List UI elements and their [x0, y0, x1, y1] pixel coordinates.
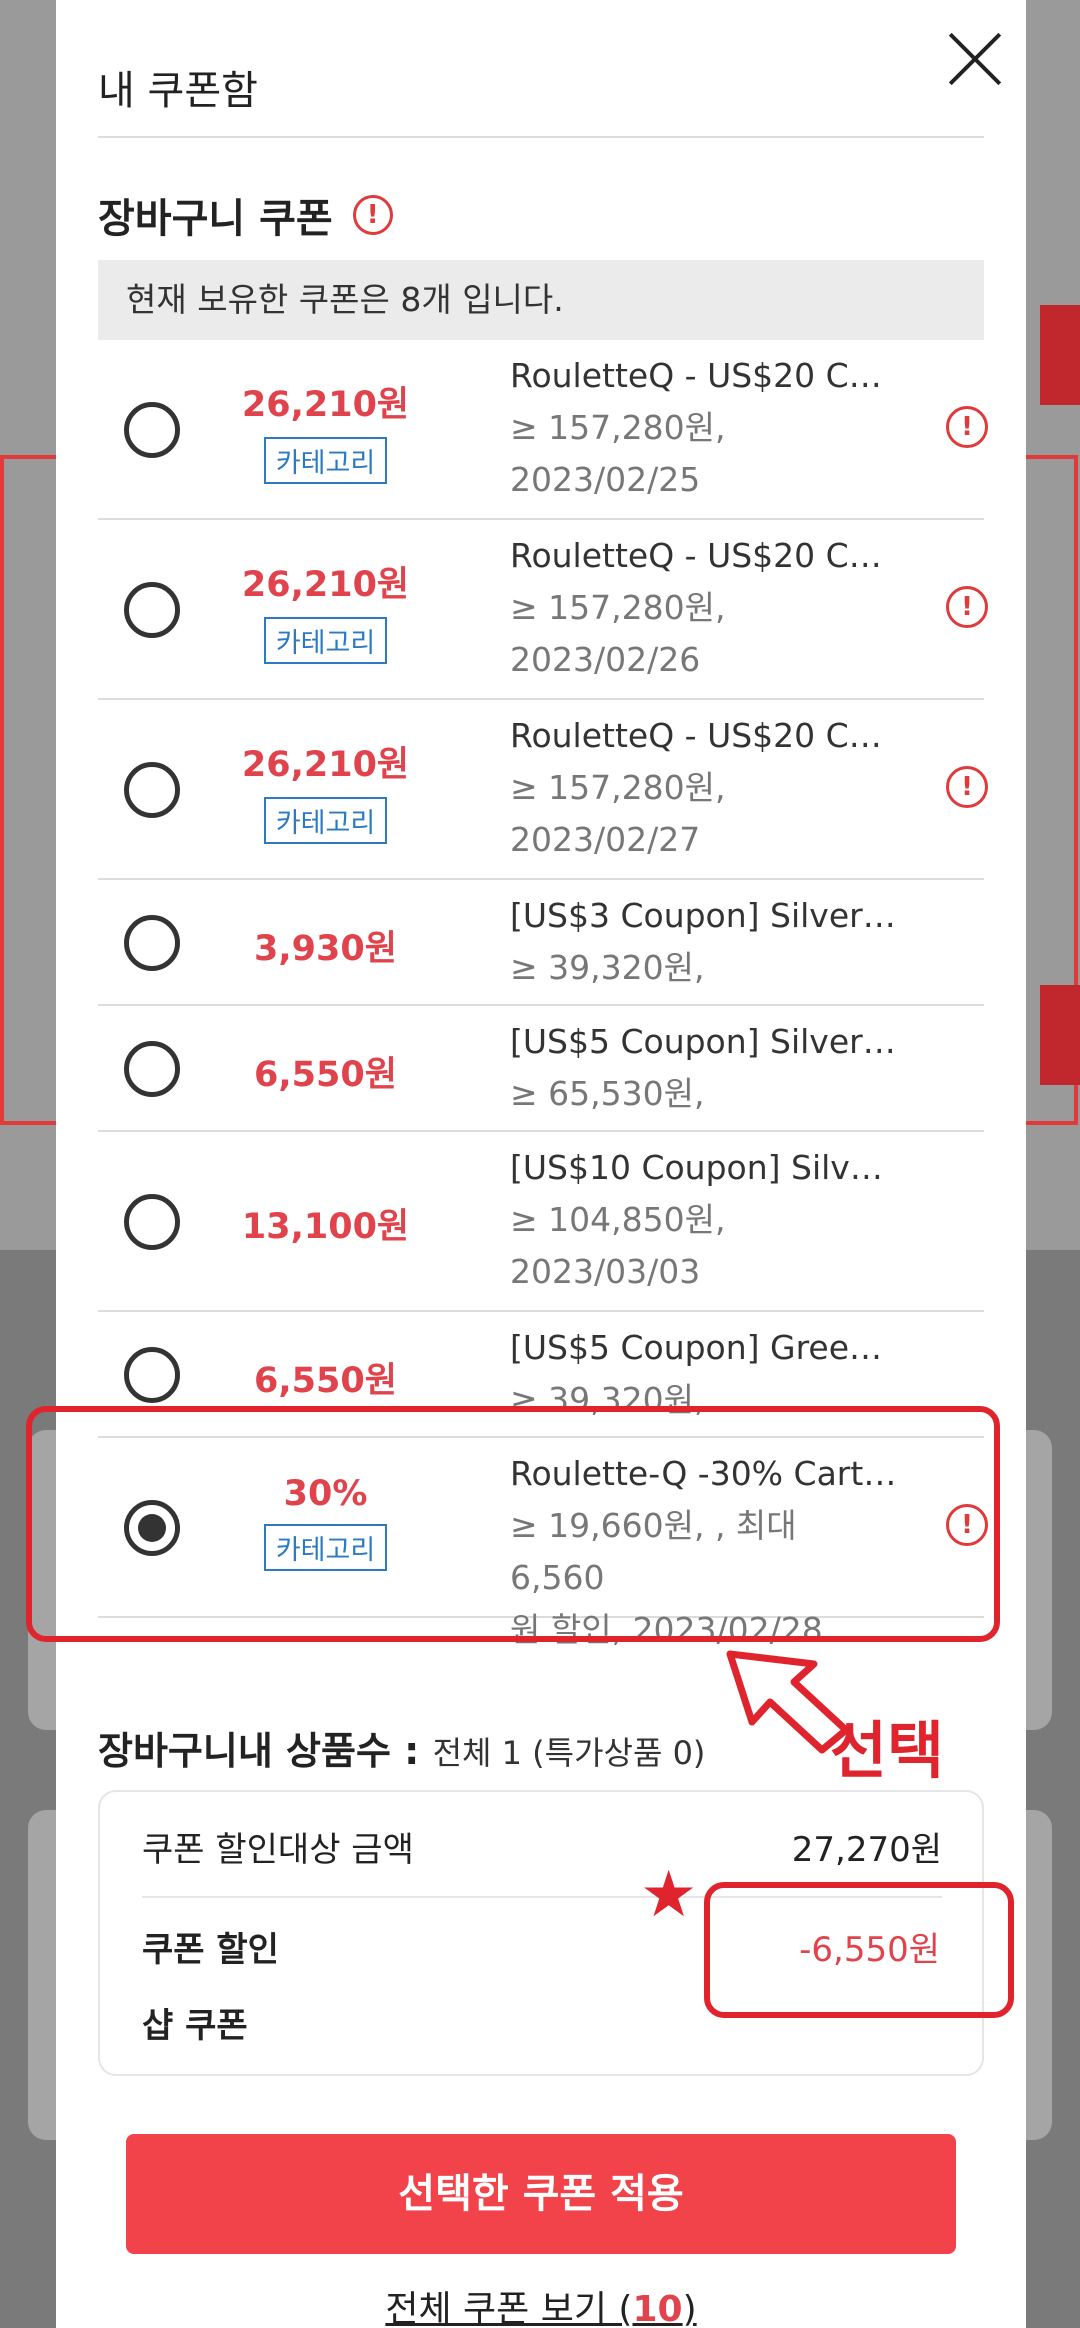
- coupon-row[interactable]: 3,930원 [US$3 Coupon] Silver ... ≥ 39,320…: [98, 880, 984, 1039]
- target-amount-label: 쿠폰 할인대상 금액: [142, 1830, 414, 1870]
- coupon-expiry: 원 할인, 2023/02/28: [510, 1610, 823, 1649]
- coupon-row[interactable]: 26,210원 카테고리 RouletteQ - US$20 Car... ≥ …: [98, 520, 988, 700]
- coupon-info-icon[interactable]: !: [946, 1504, 988, 1546]
- summary-row-target: 쿠폰 할인대상 금액 27,270원: [142, 1792, 942, 1898]
- coupon-name: RouletteQ - US$20 Car...: [510, 716, 900, 755]
- coupon-amount-col: 30% 카테고리: [208, 1474, 443, 1571]
- coupon-amount: 30%: [283, 1474, 368, 1514]
- coupon-info-icon[interactable]: !: [946, 406, 988, 448]
- coupon-amount-col: 13,100원: [208, 1198, 443, 1249]
- coupon-condition: ≥ 157,280원,: [510, 768, 726, 807]
- coupon-radio[interactable]: [124, 915, 180, 971]
- coupon-condition: ≥ 157,280원,: [510, 408, 726, 447]
- coupon-name: RouletteQ - US$20 Car...: [510, 356, 900, 395]
- coupon-info-icon[interactable]: !: [946, 586, 988, 628]
- coupon-condition: ≥ 19,660원, , 최대 6,560: [510, 1506, 797, 1597]
- coupon-radio[interactable]: [124, 1347, 180, 1403]
- section-title-text: 장바구니 쿠폰: [98, 196, 333, 242]
- coupon-description: RouletteQ - US$20 Car... ≥ 157,280원, 202…: [510, 530, 900, 686]
- shop-coupon-label: 샵 쿠폰: [142, 2006, 248, 2046]
- modal-header: 내 쿠폰함: [98, 30, 984, 138]
- view-all-coupons-link[interactable]: 전체 쿠폰 보기 (10): [56, 2280, 1026, 2328]
- background-button: [1040, 985, 1080, 1085]
- coupon-row[interactable]: 13,100원 [US$10 Coupon] Silver... ≥ 104,8…: [98, 1132, 984, 1312]
- coupon-name: [US$3 Coupon] Silver ...: [510, 896, 900, 935]
- coupon-expiry: 2023/02/26: [510, 640, 701, 679]
- coupon-amount-col: 26,210원 카테고리: [208, 376, 443, 484]
- background-button: [1040, 305, 1080, 405]
- coupon-expiry: 2023/03/03: [510, 1252, 701, 1291]
- coupon-amount: 3,930원: [254, 929, 397, 969]
- coupon-row[interactable]: 26,210원 카테고리 RouletteQ - US$20 Car... ≥ …: [98, 340, 988, 520]
- coupon-count-notice: 현재 보유한 쿠폰은 8개 입니다.: [98, 260, 984, 340]
- coupon-amount: 26,210원: [241, 385, 410, 425]
- coupon-name: [US$10 Coupon] Silver...: [510, 1148, 900, 1187]
- coupon-name: RouletteQ - US$20 Car...: [510, 536, 900, 575]
- coupon-amount: 26,210원: [241, 565, 410, 605]
- coupon-radio[interactable]: [124, 582, 180, 638]
- coupon-row[interactable]: 6,550원 [US$5 Coupon] Green ... ≥ 39,320원…: [98, 1312, 984, 1471]
- coupon-name: [US$5 Coupon] Green ...: [510, 1328, 900, 1367]
- cart-item-count: 장바구니내 상품수 : 전체 1 (특가상품 0): [98, 1720, 705, 1775]
- info-icon[interactable]: !: [352, 195, 393, 235]
- coupon-condition: ≥ 157,280원,: [510, 588, 726, 627]
- modal-title: 내 쿠폰함: [98, 68, 258, 114]
- coupon-amount-col: 6,550원: [208, 1352, 443, 1403]
- coupon-description: [US$10 Coupon] Silver... ≥ 104,850원, 202…: [510, 1142, 900, 1298]
- target-amount-value: 27,270원: [791, 1830, 942, 1870]
- category-badge: 카테고리: [263, 437, 388, 484]
- coupon-radio-selected[interactable]: [124, 1500, 180, 1556]
- coupon-description: Roulette-Q -30% Cart C... ≥ 19,660원, , 최…: [510, 1448, 900, 1656]
- coupon-row[interactable]: 6,550원 [US$5 Coupon] Silver ... ≥ 65,530…: [98, 1006, 984, 1165]
- view-all-suffix: ): [682, 2289, 697, 2328]
- coupon-amount: 6,550원: [254, 1361, 397, 1401]
- coupon-expiry: 2023/02/25: [510, 460, 701, 499]
- view-all-count: 10: [632, 2289, 683, 2328]
- cart-count-label: 장바구니내 상품수 :: [98, 1729, 420, 1773]
- coupon-row[interactable]: 26,210원 카테고리 RouletteQ - US$20 Car... ≥ …: [98, 700, 988, 880]
- cart-count-value: 전체 1 (특가상품 0): [432, 1734, 706, 1772]
- coupon-radio[interactable]: [124, 1041, 180, 1097]
- coupon-amount: 13,100원: [241, 1207, 410, 1247]
- coupon-radio[interactable]: [124, 762, 180, 818]
- coupon-radio[interactable]: [124, 1194, 180, 1250]
- coupon-list: 26,210원 카테고리 RouletteQ - US$20 Car... ≥ …: [98, 340, 988, 1649]
- coupon-radio[interactable]: [124, 402, 180, 458]
- coupon-amount: 26,210원: [241, 745, 410, 785]
- category-badge: 카테고리: [263, 797, 388, 844]
- coupon-discount-value: -6,550원: [799, 1930, 940, 1970]
- coupon-amount-col: 3,930원: [208, 920, 443, 971]
- coupon-condition: ≥ 104,850원,: [510, 1200, 726, 1239]
- apply-coupon-button[interactable]: 선택한 쿠폰 적용: [126, 2134, 956, 2254]
- coupon-amount: 6,550원: [254, 1055, 397, 1095]
- section-title: 장바구니 쿠폰 !: [98, 186, 393, 244]
- coupon-name: [US$5 Coupon] Silver ...: [510, 1022, 900, 1061]
- coupon-discount-label: 쿠폰 할인: [142, 1930, 279, 1970]
- coupon-row-selected[interactable]: 30% 카테고리 Roulette-Q -30% Cart C... ≥ 19,…: [98, 1438, 988, 1649]
- coupon-info-icon[interactable]: !: [946, 766, 988, 808]
- coupon-modal: 내 쿠폰함 장바구니 쿠폰 ! 현재 보유한 쿠폰은 8개 입니다. 26,21…: [56, 0, 1026, 2328]
- annotation-select-label: 선택: [830, 1714, 945, 1787]
- coupon-name: Roulette-Q -30% Cart C...: [510, 1454, 900, 1493]
- discount-summary: 쿠폰 할인대상 금액 27,270원 쿠폰 할인 -6,550원 샵 쿠폰: [98, 1790, 984, 2076]
- category-badge: 카테고리: [263, 617, 388, 664]
- coupon-description: RouletteQ - US$20 Car... ≥ 157,280원, 202…: [510, 710, 900, 866]
- coupon-expiry: 2023/02/27: [510, 820, 701, 859]
- category-badge: 카테고리: [263, 1524, 388, 1571]
- coupon-amount-col: 26,210원 카테고리: [208, 556, 443, 664]
- view-all-label: 전체 쿠폰 보기 (: [385, 2289, 633, 2328]
- coupon-description: RouletteQ - US$20 Car... ≥ 157,280원, 202…: [510, 350, 900, 506]
- coupon-amount-col: 6,550원: [208, 1046, 443, 1097]
- coupon-amount-col: 26,210원 카테고리: [208, 736, 443, 844]
- close-icon[interactable]: [946, 30, 1004, 88]
